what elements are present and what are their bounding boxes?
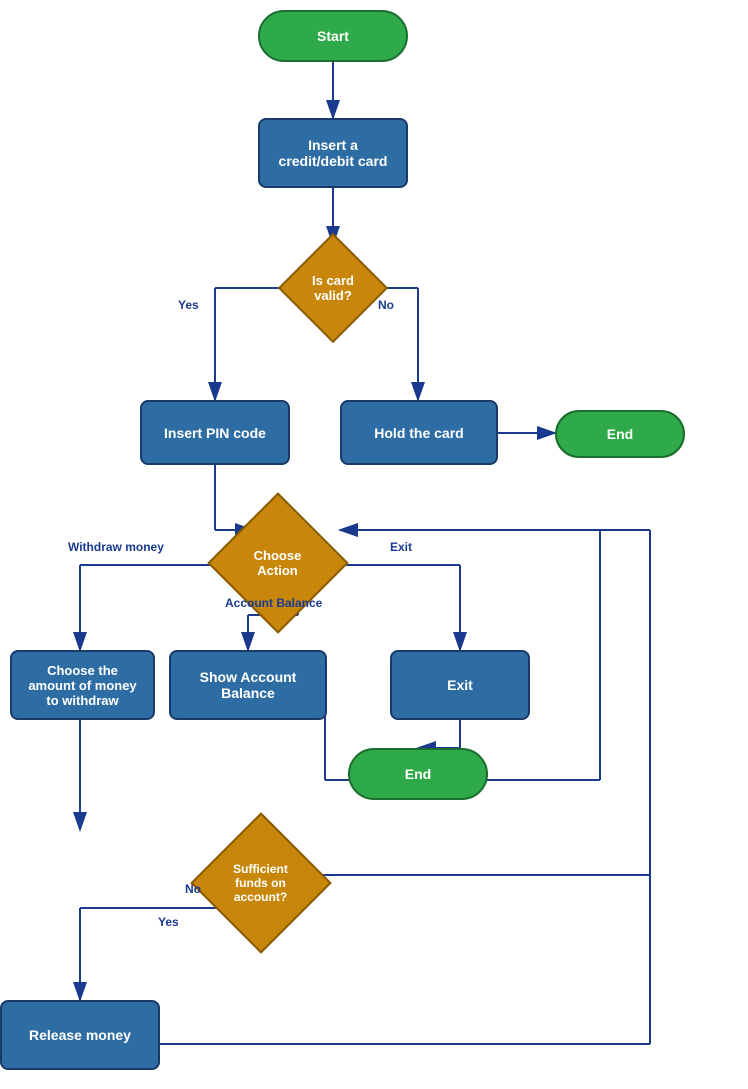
choose-action-diamond [207,492,348,633]
hold-card-label: Hold the card [374,425,463,441]
sufficient-funds-diamond [190,812,331,953]
insert-card-label: Insert a credit/debit card [279,137,388,169]
start-label: Start [317,28,349,44]
sufficient-funds-container: Sufficientfunds onaccount? [198,820,323,945]
release-money-label: Release money [29,1027,131,1043]
start-node: Start [258,10,408,62]
no-label-right: No [378,298,394,312]
yes-label-left: Yes [178,298,199,312]
hold-card-node: Hold the card [340,400,498,465]
exit-box-node: Exit [390,650,530,720]
flowchart: Start Insert a credit/debit card Is card… [0,0,748,1089]
end-mid-node: End [348,748,488,800]
insert-pin-label: Insert PIN code [164,425,266,441]
end-top-node: End [555,410,685,458]
exit-action-label: Exit [390,540,412,554]
is-card-valid-container: Is cardvalid? [258,244,408,332]
end-mid-label: End [405,766,431,782]
show-balance-label: Show Account Balance [200,669,297,701]
show-balance-node: Show Account Balance [169,650,327,720]
insert-card-node: Insert a credit/debit card [258,118,408,188]
withdraw-money-label: Withdraw money [68,540,164,554]
choose-amount-label: Choose the amount of money to withdraw [28,663,136,708]
yes-label-bottom: Yes [158,915,179,929]
insert-pin-node: Insert PIN code [140,400,290,465]
end-top-label: End [607,426,633,442]
exit-box-label: Exit [447,677,473,693]
no-label-right2: No [185,882,201,896]
choose-amount-node: Choose the amount of money to withdraw [10,650,155,720]
account-balance-label: Account Balance [225,596,322,610]
release-money-node: Release money [0,1000,160,1070]
is-card-valid-diamond [278,233,388,343]
